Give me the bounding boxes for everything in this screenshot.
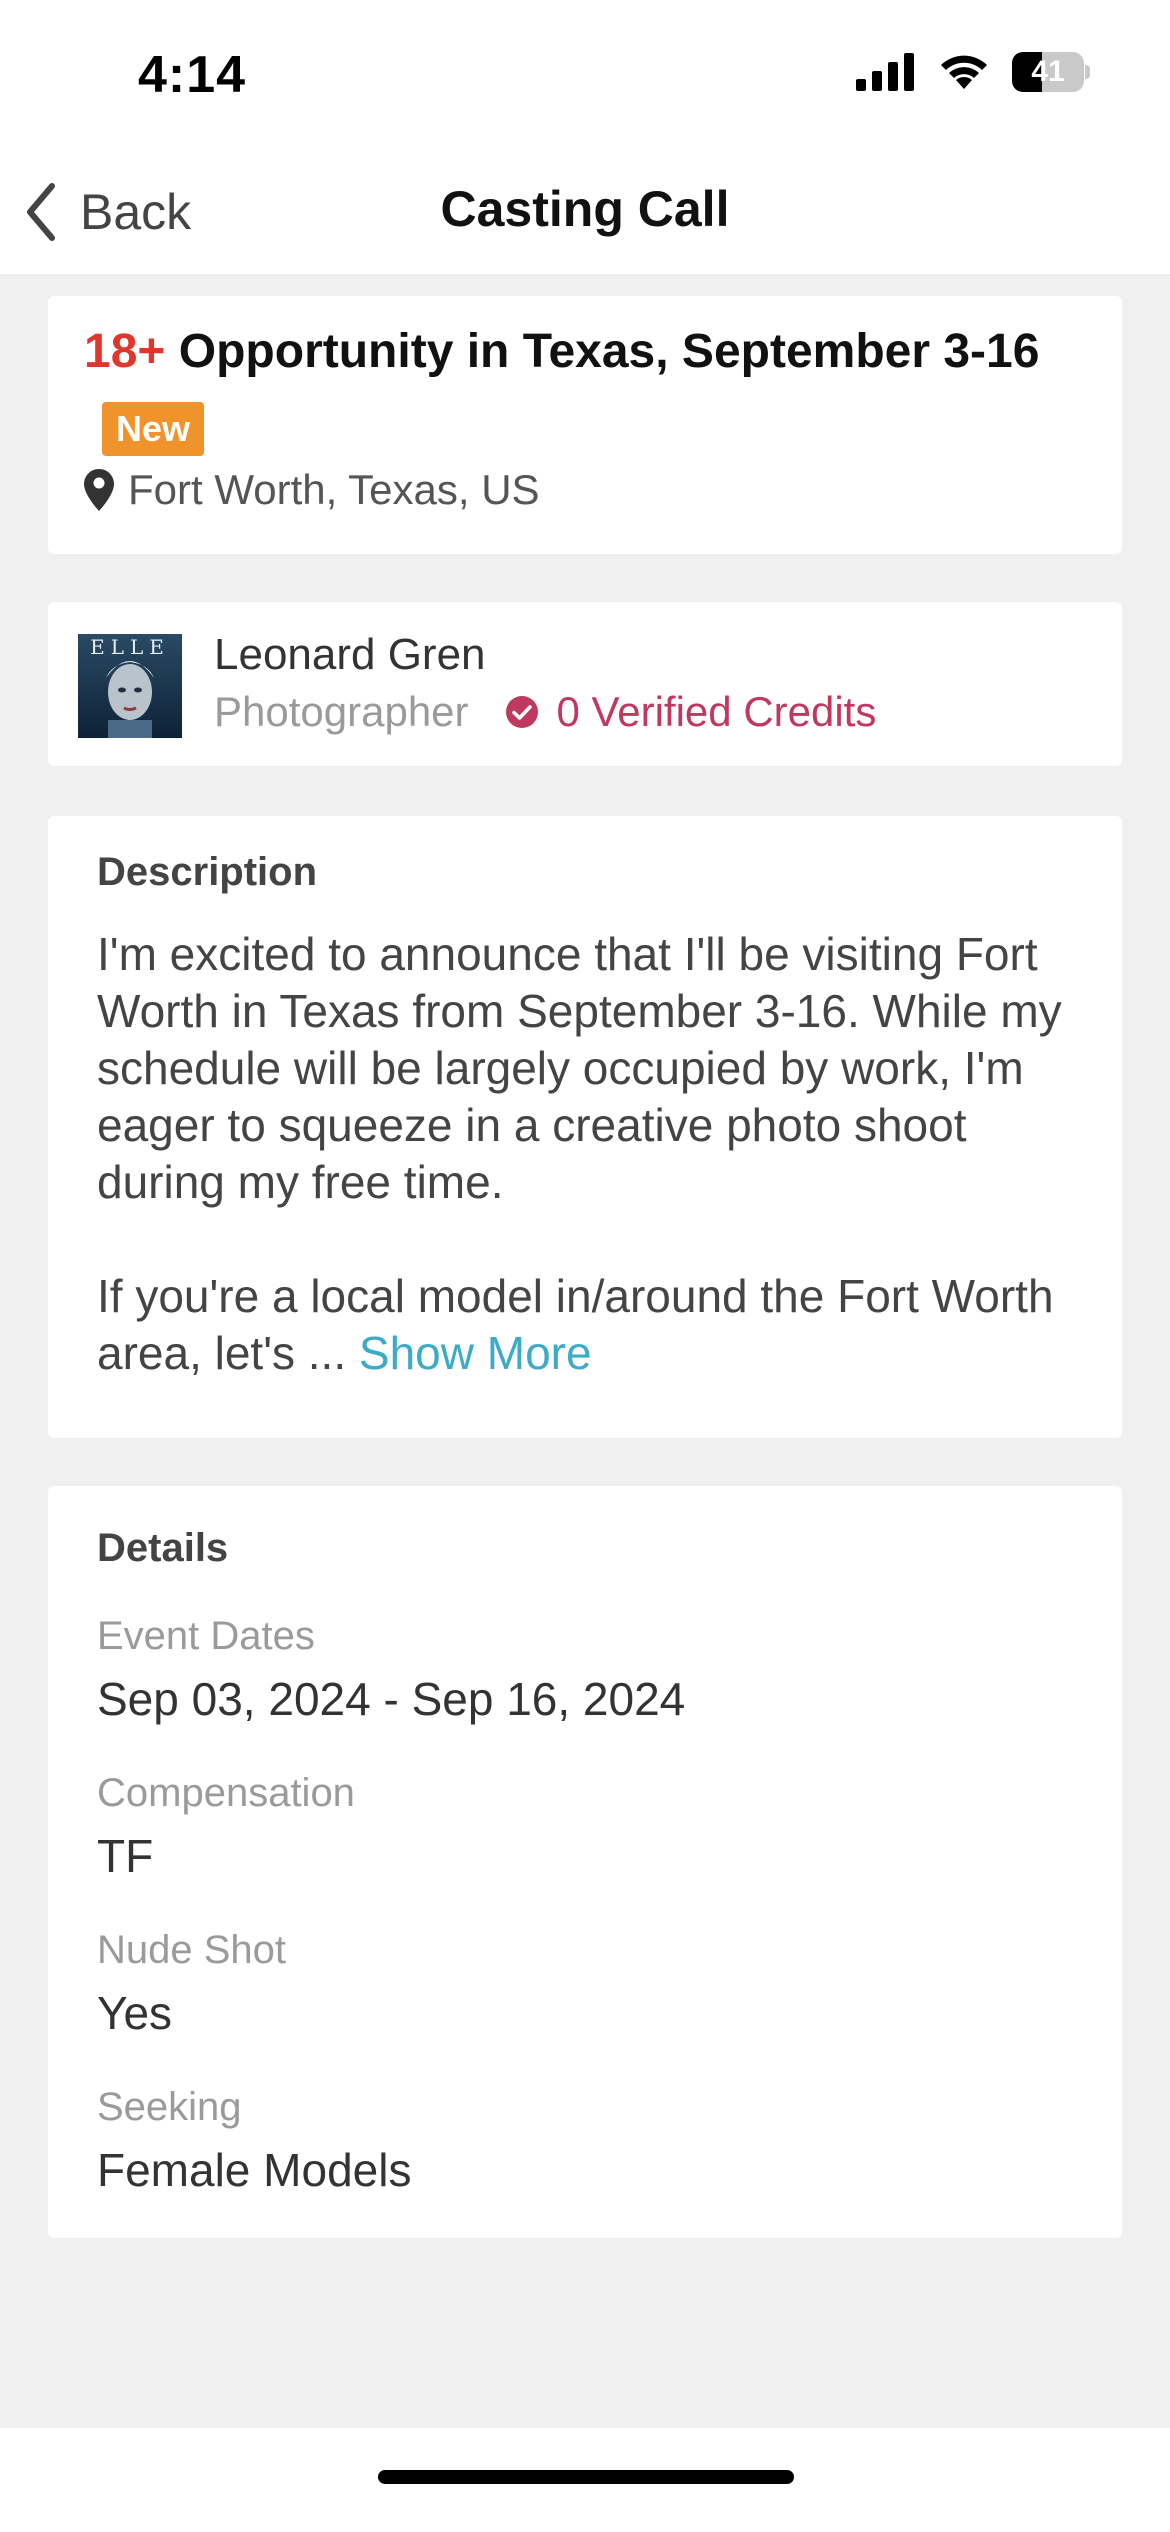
detail-value-seeking: Female Models	[97, 2144, 412, 2196]
show-more-link[interactable]: Show More	[359, 1327, 592, 1379]
details-heading: Details	[97, 1526, 229, 1570]
location-row: Fort Worth, Texas, US	[84, 466, 540, 514]
nav-bar: Back Casting Call	[0, 150, 1170, 274]
status-time: 4:14	[138, 46, 247, 104]
cellular-signal-icon	[856, 53, 914, 91]
age-restriction-tag: 18+	[84, 325, 166, 378]
detail-label-seeking: Seeking	[97, 2085, 242, 2129]
avatar[interactable]: ELLE	[78, 634, 182, 738]
svg-text:ELLE: ELLE	[90, 635, 170, 659]
listing-title: 18+ Opportunity in Texas, September 3-16	[84, 324, 1039, 379]
verified-credits-label: 0 Verified Credits	[556, 688, 877, 735]
verified-check-icon	[505, 696, 538, 728]
avatar-image: ELLE	[78, 634, 182, 738]
verified-credits[interactable]: 0 Verified Credits	[505, 688, 877, 736]
page-title: Casting Call	[440, 181, 730, 237]
author-meta: Photographer 0 Verified Credits	[214, 688, 876, 736]
detail-label-event-dates: Event Dates	[97, 1614, 315, 1658]
location-pin-icon	[84, 469, 114, 511]
battery-level: 41	[1031, 55, 1065, 88]
wifi-icon	[941, 55, 987, 89]
listing-header-card: 18+ Opportunity in Texas, September 3-16…	[48, 296, 1122, 554]
author-name[interactable]: Leonard Gren	[214, 630, 486, 680]
description-heading: Description	[97, 850, 318, 894]
author-card[interactable]: ELLE Leonard Gren Photographer 0 Verifie…	[48, 602, 1122, 766]
new-badge: New	[102, 402, 205, 456]
detail-label-compensation: Compensation	[97, 1771, 355, 1815]
details-card: Details Event Dates Sep 03, 2024 - Sep 1…	[48, 1486, 1122, 2238]
status-icons: 41	[856, 52, 1090, 92]
description-card: Description I'm excited to announce that…	[48, 816, 1122, 1438]
home-indicator[interactable]	[378, 2470, 794, 2484]
listing-title-text: Opportunity in Texas, September 3-16	[178, 325, 1040, 378]
detail-value-compensation: TF	[97, 1830, 154, 1882]
description-paragraph: I'm excited to announce that I'll be vis…	[97, 928, 1062, 1208]
bottom-safe-area	[0, 2428, 1170, 2532]
detail-value-event-dates: Sep 03, 2024 - Sep 16, 2024	[97, 1673, 686, 1725]
status-bar: 4:14 41	[0, 0, 1170, 150]
detail-label-nude-shot: Nude Shot	[97, 1928, 287, 1972]
location-text: Fort Worth, Texas, US	[128, 466, 540, 513]
author-role: Photographer	[214, 688, 469, 735]
battery-icon: 41	[1012, 52, 1090, 92]
detail-value-nude-shot: Yes	[97, 1987, 173, 2039]
description-paragraph-truncated: If you're a local model in/around the Fo…	[97, 1268, 1097, 1382]
description-body: I'm excited to announce that I'll be vis…	[97, 926, 1097, 1382]
